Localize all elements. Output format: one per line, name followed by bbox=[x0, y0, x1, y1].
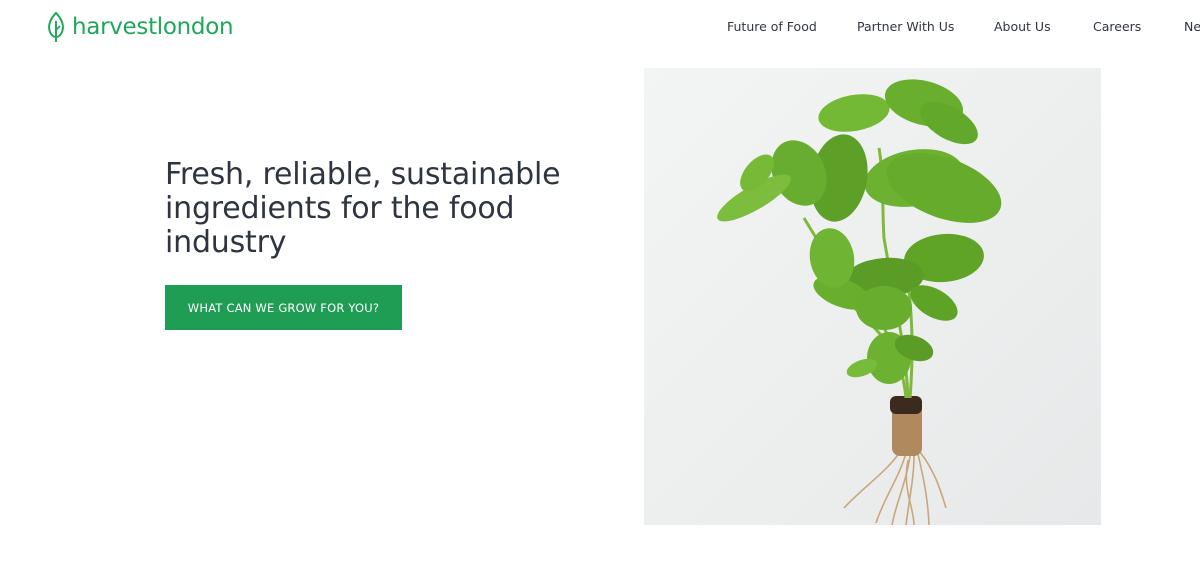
basil-plant-illustration bbox=[717, 79, 1002, 525]
hero-text-block: Fresh, reliable, sustainable ingredients… bbox=[165, 158, 615, 260]
soil-top bbox=[890, 396, 922, 414]
cta-grow-button[interactable]: WHAT CAN WE GROW FOR YOU? bbox=[165, 285, 402, 330]
nav-future-of-food[interactable]: Future of Food bbox=[727, 18, 817, 36]
roots-graphic bbox=[843, 447, 947, 525]
nav-careers[interactable]: Careers bbox=[1093, 18, 1141, 36]
hero-headline: Fresh, reliable, sustainable ingredients… bbox=[165, 157, 561, 260]
nav-partner-with-us[interactable]: Partner With Us bbox=[857, 18, 954, 36]
site-header: harvestlondon Future of Food Partner Wit… bbox=[0, 0, 1200, 56]
nav-about-us[interactable]: About Us bbox=[994, 18, 1051, 36]
leaves-graphic bbox=[717, 79, 1002, 384]
main-nav: Future of Food Partner With Us About Us … bbox=[0, 18, 1200, 38]
basil-plant-image bbox=[644, 68, 1101, 525]
nav-news-truncated[interactable]: Ne bbox=[1184, 18, 1200, 36]
